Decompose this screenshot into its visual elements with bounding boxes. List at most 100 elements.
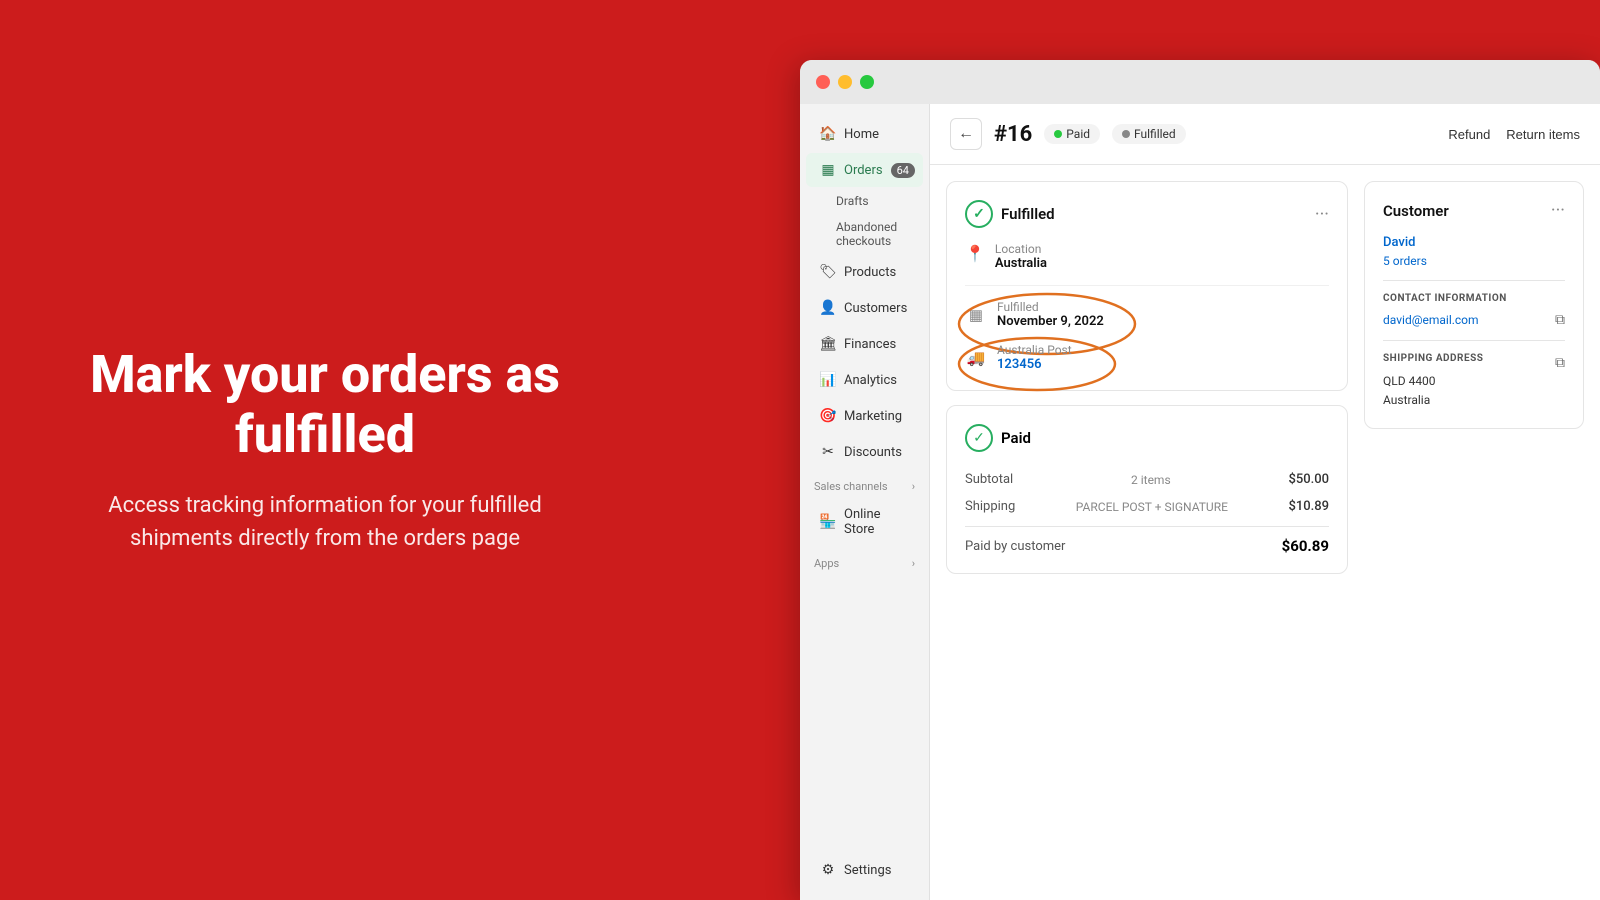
return-items-button[interactable]: Return items [1506,127,1580,142]
shipping-section-title: SHIPPING ADDRESS [1383,353,1483,364]
sidebar-item-analytics[interactable]: 📊 Analytics [806,363,923,397]
fulfilled-title-text: Fulfilled [1001,205,1055,223]
subtotal-amount: $50.00 [1288,472,1329,487]
subtotal-items: 2 items [1131,473,1171,487]
location-value: Australia [995,256,1047,271]
shipping-amount: $10.89 [1288,499,1329,514]
browser-content: 🏠 Home ▦ Orders 64 Drafts Abandoned chec… [800,104,1600,900]
sidebar-item-online-store[interactable]: 🏪 Online Store [806,498,923,546]
sidebar-orders-label: Orders [844,163,883,178]
online-store-icon: 🏪 [820,514,836,530]
shipping-label: Shipping [965,499,1015,514]
fulfillment-date-value: November 9, 2022 [997,314,1104,329]
sidebar-analytics-label: Analytics [844,373,897,388]
finances-icon: 🏛 [820,336,836,352]
fulfillment-date-icon: ▦ [965,306,987,324]
order-header: ← #16 Paid Fulfilled Refund Return items [930,104,1600,165]
customer-card-menu[interactable]: ··· [1551,200,1565,221]
sidebar-home-label: Home [844,127,879,142]
shipping-address: QLD 4400 Australia [1383,372,1565,410]
sales-channels-label: Sales channels [814,480,888,493]
apps-section: Apps › [800,547,929,574]
apps-chevron[interactable]: › [912,557,915,570]
location-label: Location [995,242,1047,256]
maximize-button[interactable] [860,75,874,89]
refund-button[interactable]: Refund [1448,127,1490,142]
fulfilled-check-icon: ✓ [965,200,993,228]
sales-channels-chevron[interactable]: › [912,480,915,493]
order-right-column: Customer ··· David 5 orders CONTACT INFO… [1364,181,1584,884]
online-store-label: Online Store [844,507,909,537]
sidebar-item-customers[interactable]: 👤 Customers [806,291,923,325]
customer-card: Customer ··· David 5 orders CONTACT INFO… [1364,181,1584,429]
paid-total-row: Paid by customer $60.89 [965,526,1329,555]
sidebar-discounts-label: Discounts [844,445,902,460]
sidebar: 🏠 Home ▦ Orders 64 Drafts Abandoned chec… [800,104,930,900]
minimize-button[interactable] [838,75,852,89]
browser-titlebar [800,60,1600,104]
back-icon: ← [958,125,974,143]
location-row: 📍 Location Australia [965,242,1329,286]
fulfilled-card: ✓ Fulfilled ··· 📍 Location Australia [946,181,1348,391]
sales-channels-section: Sales channels › [800,470,929,497]
left-panel: Mark your orders as fulfilled Access tra… [0,0,650,900]
subtotal-row: Subtotal 2 items $50.00 [965,466,1329,493]
paid-total-amount: $60.89 [1282,537,1329,555]
orders-badge: 64 [891,163,915,178]
products-icon: 🏷 [820,264,836,280]
sidebar-settings-label: Settings [844,863,891,878]
location-info: Location Australia [995,242,1047,271]
fulfillment-date-row: ▦ Fulfilled November 9, 2022 [965,300,1329,329]
contact-section-title: CONTACT INFORMATION [1383,293,1565,304]
analytics-icon: 📊 [820,372,836,388]
sidebar-item-marketing[interactable]: 🎯 Marketing [806,399,923,433]
sidebar-item-home[interactable]: 🏠 Home [806,117,923,151]
marketing-icon: 🎯 [820,408,836,424]
back-button[interactable]: ← [950,118,982,150]
copy-address-button[interactable]: ⧉ [1555,355,1565,371]
header-actions: Refund Return items [1448,127,1580,142]
tracking-info: Australia Post 123456 [997,343,1072,372]
fulfillment-date-label: Fulfilled [997,300,1104,314]
address-line1: QLD 4400 [1383,372,1565,391]
main-subtext: Access tracking information for your ful… [60,489,590,555]
paid-dot [1054,130,1062,138]
fulfilled-label: Fulfilled [1134,127,1176,141]
truck-icon: 🚚 [965,349,987,367]
customer-name[interactable]: David [1383,235,1565,250]
sidebar-item-discounts[interactable]: ✂ Discounts [806,435,923,469]
order-body: ✓ Fulfilled ··· 📍 Location Australia [930,165,1600,900]
paid-check-icon: ✓ [965,424,993,452]
copy-email-button[interactable]: ⧉ [1555,312,1565,328]
shipping-method: PARCEL POST + SIGNATURE [1076,500,1228,514]
customer-orders[interactable]: 5 orders [1383,254,1565,268]
address-line2: Australia [1383,391,1565,410]
sidebar-item-finances[interactable]: 🏛 Finances [806,327,923,361]
sidebar-products-label: Products [844,265,896,280]
fulfilled-card-menu[interactable]: ··· [1315,204,1329,225]
fulfilled-card-title: ✓ Fulfilled [965,200,1055,228]
sidebar-item-abandoned[interactable]: Abandoned checkouts [800,214,929,254]
sidebar-item-products[interactable]: 🏷 Products [806,255,923,289]
contact-section: CONTACT INFORMATION david@email.com ⧉ [1383,280,1565,328]
fulfillment-date-info: Fulfilled November 9, 2022 [997,300,1104,329]
paid-card: ✓ Paid Subtotal 2 items $50.00 Shipping … [946,405,1348,574]
fulfilled-card-header: ✓ Fulfilled ··· [965,200,1329,228]
sidebar-customers-label: Customers [844,301,907,316]
abandoned-label: Abandoned checkouts [836,220,897,248]
sidebar-item-orders[interactable]: ▦ Orders 64 [806,153,923,187]
apps-label: Apps [814,557,839,570]
fulfilled-badge: Fulfilled [1112,124,1186,144]
close-button[interactable] [816,75,830,89]
customer-email[interactable]: david@email.com [1383,313,1479,327]
tracking-row: 🚚 Australia Post 123456 [965,343,1329,372]
orders-icon: ▦ [820,162,836,178]
sidebar-item-drafts[interactable]: Drafts [800,188,929,214]
customer-card-title: Customer [1383,202,1449,220]
location-pin-icon: 📍 [965,244,985,263]
home-icon: 🏠 [820,126,836,142]
sidebar-item-settings[interactable]: ⚙ Settings [806,853,923,887]
tracking-number[interactable]: 123456 [997,357,1072,372]
discounts-icon: ✂ [820,444,836,460]
contact-row: david@email.com ⧉ [1383,312,1565,328]
